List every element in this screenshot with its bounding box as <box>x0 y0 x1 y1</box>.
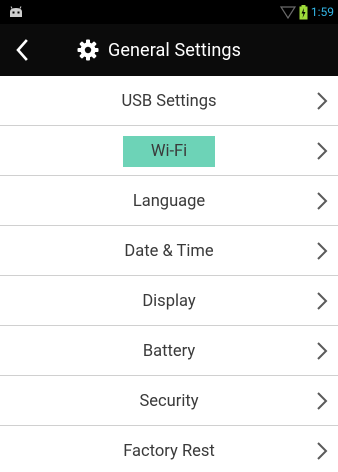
gear-icon <box>77 39 99 61</box>
screen: 1:59 General Settings USB Settings Wi-Fi… <box>0 0 338 472</box>
settings-item-label-wrap: Factory Rest <box>0 426 338 472</box>
app-header: General Settings <box>0 24 338 76</box>
settings-item-label: USB Settings <box>121 91 217 111</box>
settings-item-battery[interactable]: Battery <box>0 326 338 376</box>
chevron-right-icon <box>317 342 328 360</box>
status-time: 1:59 <box>310 5 334 19</box>
settings-item-security[interactable]: Security <box>0 376 338 426</box>
header-title-wrap: General Settings <box>76 24 241 76</box>
settings-item-label-wrap: Display <box>0 276 338 326</box>
chevron-right-icon <box>317 392 328 410</box>
settings-item-label-wrap: USB Settings <box>0 76 338 126</box>
settings-item-label: Wi-Fi <box>123 135 215 167</box>
chevron-right-icon <box>317 442 328 460</box>
settings-item-label-wrap: Security <box>0 376 338 426</box>
settings-item-label-wrap: Battery <box>0 326 338 376</box>
settings-item-label-wrap: Date & Time <box>0 226 338 276</box>
chevron-right-icon <box>317 242 328 260</box>
settings-item-date-time[interactable]: Date & Time <box>0 226 338 276</box>
settings-item-factory-rest[interactable]: Factory Rest <box>0 426 338 472</box>
settings-item-label: Display <box>142 291 196 311</box>
settings-item-label-wrap: Language <box>0 176 338 226</box>
back-button[interactable] <box>0 24 44 76</box>
settings-list: USB Settings Wi-Fi Language Date & Time … <box>0 76 338 472</box>
chevron-right-icon <box>317 292 328 310</box>
settings-item-label: Battery <box>142 341 196 361</box>
settings-item-language[interactable]: Language <box>0 176 338 226</box>
page-title: General Settings <box>108 39 241 61</box>
status-bar: 1:59 <box>0 0 338 24</box>
status-right: 1:59 <box>279 4 334 20</box>
chevron-right-icon <box>317 142 328 160</box>
settings-item-display[interactable]: Display <box>0 276 338 326</box>
settings-item-label: Factory Rest <box>123 441 215 461</box>
settings-item-label: Language <box>132 191 206 211</box>
wifi-outline-icon <box>279 6 296 19</box>
settings-item-label: Date & Time <box>124 241 214 261</box>
chevron-right-icon <box>317 192 328 210</box>
settings-item-usb-settings[interactable]: USB Settings <box>0 76 338 126</box>
battery-charging-icon <box>299 4 308 19</box>
chevron-left-icon <box>16 39 28 61</box>
settings-item-wifi[interactable]: Wi-Fi <box>0 126 338 176</box>
settings-item-label-wrap: Wi-Fi <box>0 126 338 176</box>
android-debug-icon <box>10 6 22 17</box>
settings-item-label: Security <box>139 391 199 411</box>
chevron-right-icon <box>317 92 328 110</box>
